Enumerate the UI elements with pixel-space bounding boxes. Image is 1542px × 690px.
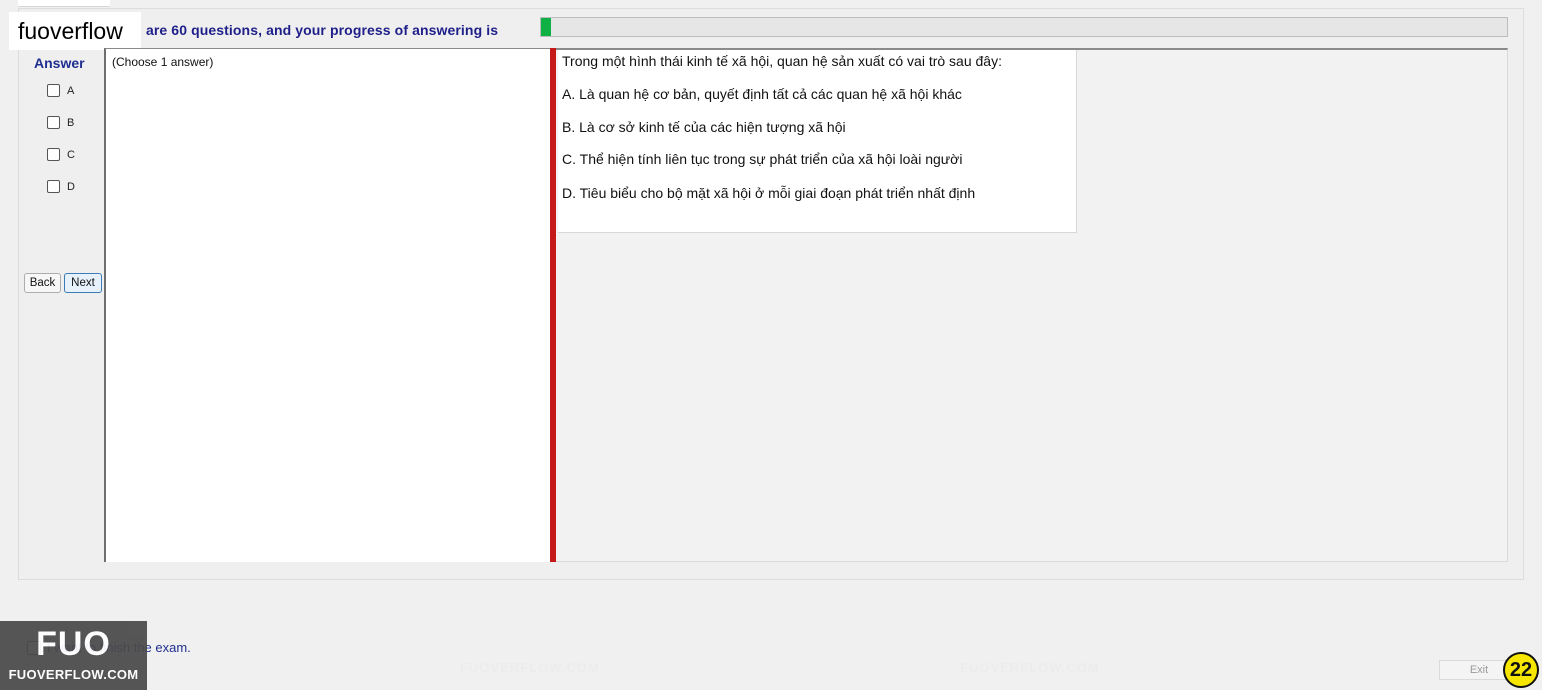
- answer-option-a[interactable]: A: [47, 84, 74, 97]
- choose-instruction: (Choose 1 answer): [112, 55, 214, 69]
- option-label: D: [67, 180, 75, 193]
- answer-option-c[interactable]: C: [47, 148, 75, 161]
- option-label: B: [67, 116, 75, 129]
- question-pane: Trong một hình thái kinh tế xã hội, quan…: [556, 48, 1508, 562]
- checkbox-b[interactable]: [47, 116, 60, 129]
- question-box: Trong một hình thái kinh tế xã hội, quan…: [558, 50, 1077, 233]
- checkbox-c[interactable]: [47, 148, 60, 161]
- page-number-badge: 22: [1503, 652, 1539, 688]
- question-choice: C. Thể hiện tính liên tục trong sự phát …: [562, 151, 963, 167]
- answer-option-b[interactable]: B: [47, 116, 74, 129]
- progress-text: are 60 questions, and your progress of a…: [146, 22, 499, 38]
- question-choice: B. Là cơ sở kinh tế của các hiện tượng x…: [562, 119, 846, 135]
- option-label: C: [67, 148, 75, 161]
- question-choice: D. Tiêu biểu cho bộ mặt xã hội ở mỗi gia…: [562, 185, 976, 201]
- fuo-logo-text: FUO: [36, 625, 111, 663]
- fuo-logo-subtext: FUOVERFLOW.COM: [8, 667, 139, 682]
- question-stem: Trong một hình thái kinh tế xã hội, quan…: [562, 53, 1002, 69]
- answer-pane: (Choose 1 answer): [104, 48, 550, 562]
- question-choice: A. Là quan hệ cơ bản, quyết định tất cả …: [562, 86, 962, 102]
- answer-option-d[interactable]: D: [47, 180, 75, 193]
- top-tab[interactable]: [18, 0, 110, 7]
- fuo-logo-badge: FUO FUOVERFLOW.COM: [0, 621, 147, 690]
- answer-title: Answer: [34, 55, 85, 71]
- back-button[interactable]: Back: [24, 273, 61, 293]
- checkbox-a[interactable]: [47, 84, 60, 97]
- checkbox-d[interactable]: [47, 180, 60, 193]
- option-label: A: [67, 84, 75, 97]
- progress-bar-fill: [541, 18, 551, 36]
- progress-bar: [540, 17, 1508, 37]
- top-strip: [0, 0, 1542, 6]
- next-button[interactable]: Next: [64, 273, 102, 293]
- site-label: fuoverflow: [9, 12, 141, 50]
- watermark-text: FUOVERFLOW.COM: [460, 660, 600, 675]
- watermark-text: FUOVERFLOW.COM: [960, 660, 1100, 675]
